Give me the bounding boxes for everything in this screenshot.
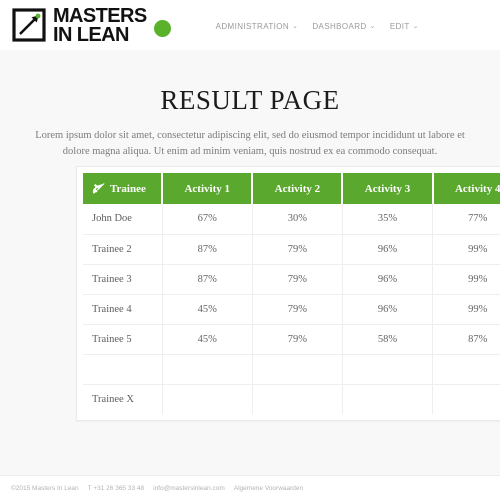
cell-activity-4: 77%: [432, 204, 500, 235]
table-row[interactable]: Trainee 2 87% 79% 96% 99%: [83, 234, 500, 265]
page-intro-text: Lorem ipsum dolor sit amet, consectetur …: [35, 130, 465, 157]
cell-trainee: Trainee X: [83, 384, 163, 414]
footer-terms-link[interactable]: Algemene Voorwaarden: [234, 485, 303, 492]
nav-edit-label: EDIT: [389, 21, 410, 31]
cell-activity-1: [162, 354, 253, 385]
page-title: RESULT PAGE: [160, 85, 340, 115]
chevron-down-icon: ⌄: [369, 22, 376, 30]
table-row[interactable]: Trainee 3 87% 79% 96% 99%: [83, 264, 500, 295]
growth-arrow-square-logo-icon: [12, 8, 46, 42]
cell-activity-3: [342, 384, 434, 414]
column-header-activity-1[interactable]: Activity 1: [162, 173, 254, 204]
table-row[interactable]: [83, 354, 500, 385]
main-nav: ADMINISTRATION ⌄ DASHBOARD ⌄ EDIT ⌄: [216, 20, 419, 31]
brand-line-2: IN LEAN: [53, 23, 129, 46]
brand-line-1: MASTERS: [53, 4, 147, 27]
cell-activity-3: 96%: [342, 264, 434, 295]
cell-trainee: Trainee 2: [83, 234, 163, 265]
cell-activity-1: 87%: [162, 234, 253, 265]
chevron-down-icon: ⌄: [412, 22, 419, 30]
cell-activity-3: 35%: [342, 204, 434, 235]
table-row[interactable]: Trainee X: [83, 384, 500, 414]
nav-administration[interactable]: ADMINISTRATION ⌄: [216, 22, 299, 31]
cell-activity-4: 99%: [432, 264, 500, 295]
nav-administration-label: ADMINISTRATION: [215, 21, 290, 31]
column-header-activity-4[interactable]: Activity 4: [432, 173, 500, 204]
table-header-row: Trainee Activity 1 Activity 2 Activity 3…: [83, 173, 500, 204]
cell-activity-2: 30%: [252, 204, 343, 235]
page-body: RESULT PAGE Lorem ipsum dolor sit amet, …: [0, 50, 500, 475]
cell-activity-4: 99%: [432, 294, 500, 325]
cell-activity-3: 58%: [342, 324, 434, 355]
table-row[interactable]: Trainee 5 45% 79% 58% 87%: [83, 324, 500, 355]
column-header-activity-2[interactable]: Activity 2: [252, 173, 344, 204]
column-header-activity-3[interactable]: Activity 3: [342, 173, 434, 204]
site-header: MASTERS IN LEAN ADMINISTRATION ⌄ DASHBOA…: [0, 0, 500, 50]
cell-activity-2: [252, 384, 343, 414]
nav-dashboard-label: DASHBOARD: [312, 21, 367, 31]
footer-phone: T +31 26 365 33 48: [87, 484, 145, 492]
result-table-body: John Doe 67% 30% 35% 77% Trainee 2 87% 7…: [83, 204, 500, 414]
result-table-panel: Trainee Activity 1 Activity 2 Activity 3…: [76, 166, 500, 421]
cell-activity-4: 87%: [432, 324, 500, 355]
cell-trainee: Trainee 3: [83, 264, 163, 295]
brand-text: MASTERS IN LEAN: [53, 4, 147, 46]
column-header-trainee-label: Trainee: [110, 182, 146, 195]
sort-trend-icon: [92, 183, 105, 194]
footer-email-link[interactable]: info@mastersinlean.com: [153, 485, 225, 492]
brand-wordmark: MASTERS IN LEAN: [53, 4, 171, 46]
nav-edit[interactable]: EDIT ⌄: [390, 22, 419, 31]
column-header-trainee[interactable]: Trainee: [83, 173, 164, 204]
site-footer: ©2015 Masters In Lean T +31 26 365 33 48…: [0, 475, 500, 500]
cell-activity-2: 79%: [252, 264, 343, 295]
cell-activity-3: [342, 354, 434, 385]
cell-activity-1: 45%: [162, 294, 253, 325]
cell-activity-1: [162, 384, 253, 414]
cell-activity-3: 96%: [342, 234, 434, 265]
cell-activity-2: 79%: [252, 234, 343, 265]
cell-activity-4: 99%: [432, 234, 500, 265]
cell-activity-2: 79%: [252, 324, 343, 355]
footer-copyright: ©2015 Masters In Lean: [11, 484, 79, 492]
cell-activity-1: 45%: [162, 324, 253, 355]
cell-activity-4: [432, 354, 500, 385]
cell-activity-4: [432, 384, 500, 414]
cell-activity-2: 79%: [252, 294, 343, 325]
cell-activity-3: 96%: [342, 294, 434, 325]
cell-activity-1: 87%: [162, 264, 253, 295]
nav-dashboard[interactable]: DASHBOARD ⌄: [312, 22, 376, 31]
cell-trainee: Trainee 5: [83, 324, 163, 355]
green-dot-icon: [153, 20, 171, 37]
chevron-down-icon: ⌄: [292, 22, 299, 30]
footer-content: ©2015 Masters In Lean T +31 26 365 33 48…: [11, 485, 303, 492]
cell-activity-2: [252, 354, 343, 385]
result-table-head: Trainee Activity 1 Activity 2 Activity 3…: [83, 173, 500, 204]
brand-logo[interactable]: MASTERS IN LEAN: [12, 4, 171, 46]
result-table: Trainee Activity 1 Activity 2 Activity 3…: [83, 173, 500, 414]
table-row[interactable]: John Doe 67% 30% 35% 77%: [83, 204, 500, 235]
cell-trainee: Trainee 4: [83, 294, 163, 325]
cell-activity-1: 67%: [162, 204, 253, 235]
cell-trainee: [83, 354, 163, 385]
cell-trainee: John Doe: [83, 204, 163, 235]
table-row[interactable]: Trainee 4 45% 79% 96% 99%: [83, 294, 500, 325]
